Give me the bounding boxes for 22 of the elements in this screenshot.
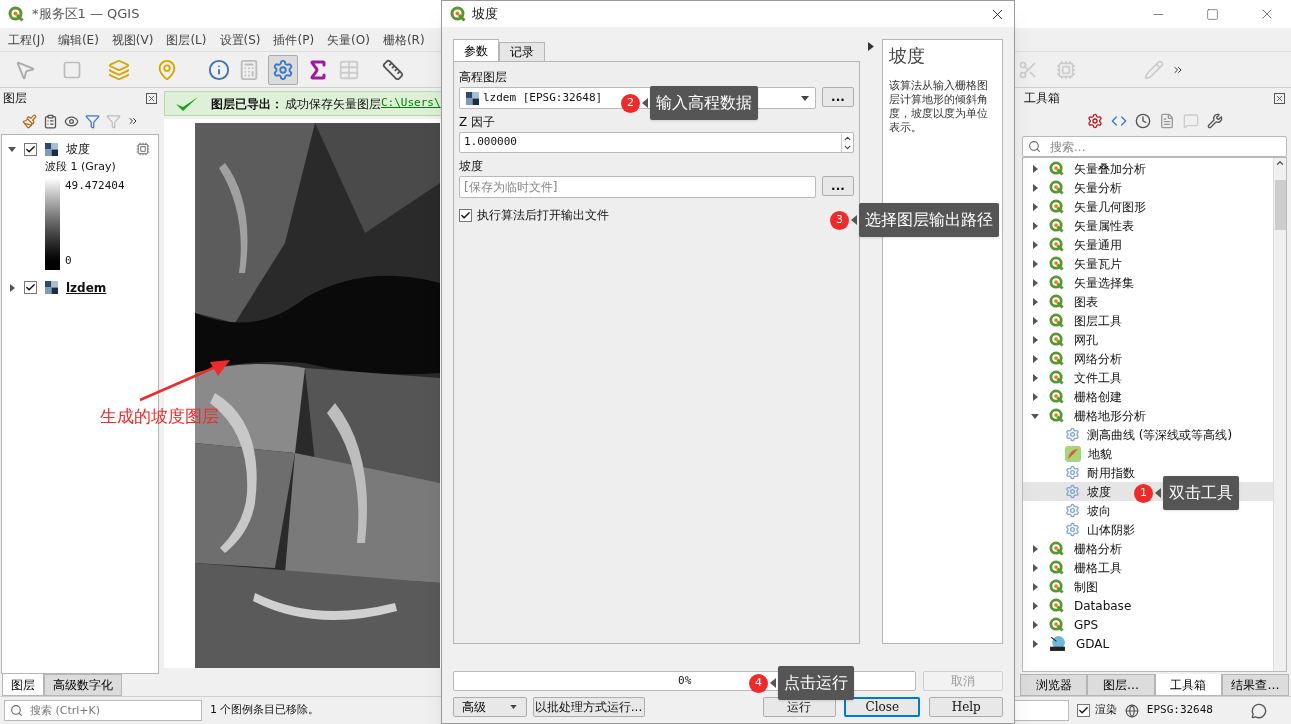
map-annotation: 生成的坡度图层 <box>100 405 220 428</box>
field-label: 高程图层 <box>459 69 508 84</box>
legend-max: 49.472404 <box>65 177 125 194</box>
render-label: 渲染 <box>1094 702 1117 719</box>
callout-label: 点击运行 <box>778 666 854 700</box>
help-title: 坡度 <box>888 44 926 68</box>
window-title: *服务区1 — QGIS <box>32 5 140 24</box>
field-label: Z 因子 <box>459 114 497 129</box>
callout-label: 选择图层输出路径 <box>859 203 999 237</box>
field-label: 坡度 <box>459 158 484 173</box>
callout-label: 双击工具 <box>1163 476 1239 510</box>
dialog-title: 坡度 <box>472 5 498 24</box>
message-title: 图层已导出： <box>211 95 283 113</box>
panel-title: 工具箱 <box>1024 90 1061 107</box>
legend-min: 0 <box>65 253 73 269</box>
help-text: 该算法从输入栅格图层计算地形的倾斜角度，坡度以度为单位表示。 <box>888 79 989 135</box>
callout-label: 输入高程数据 <box>650 86 758 120</box>
checkbox-label: 执行算法后打开输出文件 <box>477 207 609 224</box>
panel-title: 图层 <box>3 90 28 107</box>
status-message: 1 个图例条目已移除。 <box>210 702 320 719</box>
message-text: 成功保存矢量图层 <box>285 95 381 113</box>
band-label: 波段 1 (Gray) <box>45 159 117 175</box>
